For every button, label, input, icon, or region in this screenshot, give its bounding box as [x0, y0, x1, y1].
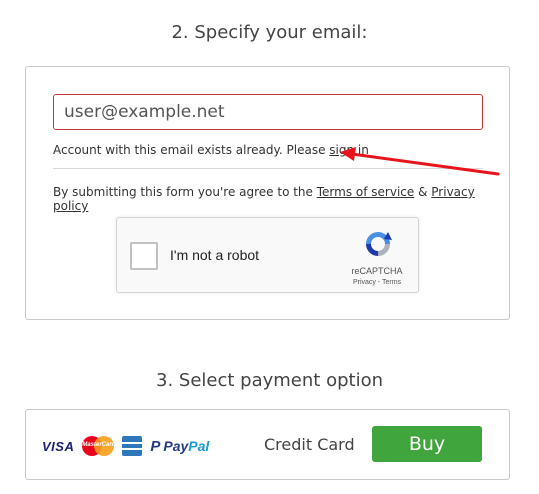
email-exists-text: Account with this email exists already. … — [53, 143, 330, 157]
terms-notice: By submitting this form you're agree to … — [53, 185, 509, 213]
paypal-p-icon: P — [150, 437, 161, 455]
payment-section-title: 3. Select payment option — [156, 370, 383, 391]
recaptcha-terms-link[interactable]: Terms — [382, 279, 401, 286]
email-input[interactable] — [53, 94, 483, 130]
recaptcha-label: I'm not a robot — [170, 247, 260, 263]
credit-card-label: Credit Card — [264, 435, 355, 454]
recaptcha-logo-icon — [366, 232, 392, 256]
sign-in-link[interactable]: sign in — [329, 143, 369, 157]
recaptcha-widget: I'm not a robot reCAPTCHA Privacy - Term… — [116, 217, 419, 293]
paypal-text-1: Pay — [163, 438, 189, 454]
divider — [53, 168, 483, 169]
card-logos: VISA MasterCard P PayPal — [42, 434, 209, 458]
recaptcha-checkbox[interactable] — [130, 242, 158, 270]
buy-button[interactable]: Buy — [372, 426, 482, 462]
amex-logo-icon — [122, 436, 143, 456]
email-exists-message: Account with this email exists already. … — [53, 143, 369, 157]
payment-panel: VISA MasterCard P PayPal Credit Card Buy — [25, 409, 510, 480]
recaptcha-privacy-link[interactable]: Privacy — [353, 279, 376, 286]
paypal-text-2: Pal — [188, 438, 210, 454]
terms-prefix: By submitting this form you're agree to … — [53, 185, 317, 199]
recaptcha-brand: reCAPTCHA — [351, 266, 403, 276]
terms-of-service-link[interactable]: Terms of service — [317, 185, 415, 199]
mastercard-logo-icon: MasterCard — [82, 436, 116, 456]
email-panel: Account with this email exists already. … — [25, 66, 510, 320]
visa-logo-icon: VISA — [42, 438, 75, 454]
recaptcha-links: Privacy - Terms — [339, 279, 415, 286]
terms-and: & — [414, 185, 432, 199]
email-section-title: 2. Specify your email: — [171, 22, 368, 43]
mastercard-logo-text: MasterCard — [82, 442, 116, 448]
paypal-logo-icon: P PayPal — [150, 438, 209, 455]
